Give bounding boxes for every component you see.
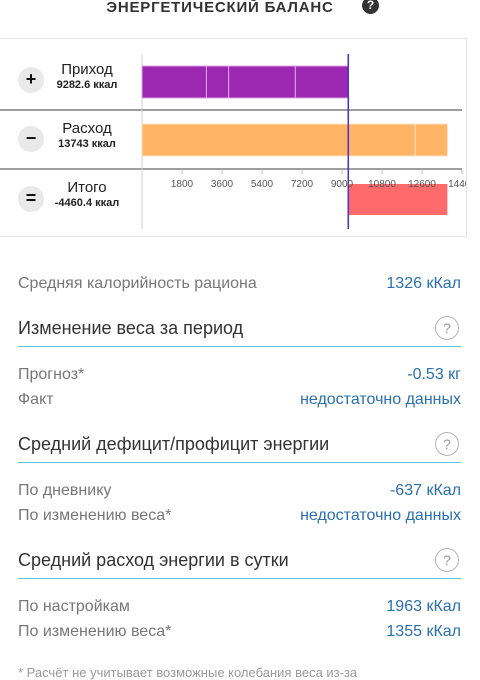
x-tick-label: 5400	[251, 179, 274, 190]
bar-expense	[414, 123, 448, 157]
settings-row: По настройкам 1963 кКал	[18, 598, 461, 618]
avg-calories-label: Средняя калорийность рациона	[18, 275, 257, 292]
x-tick-label: 12600	[408, 179, 436, 190]
expense-by-weight-row: По изменению веса* 1355 кКал	[18, 623, 461, 643]
fact-row: Факт недостаточно данных	[18, 391, 461, 411]
total-label-group: Итого -4460.4 ккал	[32, 180, 142, 211]
help-icon[interactable]: ?	[435, 432, 459, 456]
bar-income	[228, 65, 296, 99]
daily-expense-header: Средний расход энергии в сутки ?	[18, 548, 461, 579]
deficit-by-weight-row: По изменению веса* недостаточно данных	[18, 507, 461, 527]
x-tick-label: 7200	[291, 179, 314, 190]
expense-by-weight-label: По изменению веса*	[18, 623, 172, 640]
diary-value: -637 кКал	[389, 482, 461, 499]
forecast-value: -0.53 кг	[407, 366, 461, 383]
diary-label: По дневнику	[18, 482, 112, 499]
help-icon[interactable]: ?	[435, 548, 459, 572]
avg-calories-value: 1326 кКал	[386, 275, 461, 292]
footnote: * Расчёт не учитывает возможные колебани…	[18, 665, 358, 680]
expense-label-group: Расход 13743 ккал	[32, 121, 142, 152]
bar-income	[205, 65, 230, 99]
x-tick-label: 10800	[368, 179, 396, 190]
deficit-header: Средний дефицит/профицит энергии ?	[18, 432, 461, 463]
bar-income	[294, 65, 349, 99]
expense-value: 13743 ккал	[58, 138, 116, 150]
avg-calories-row: Средняя калорийность рациона 1326 кКал	[18, 275, 461, 295]
bar-expense	[141, 123, 416, 157]
total-value: -4460.4 ккал	[54, 197, 120, 209]
bar-income	[141, 65, 207, 99]
x-tick-label: 1800	[171, 179, 194, 190]
income-label-group: Приход 9282.6 ккал	[32, 62, 142, 93]
fact-label: Факт	[18, 391, 54, 408]
forecast-label: Прогноз*	[18, 366, 85, 383]
income-value: 9282.6 ккал	[56, 79, 118, 91]
weight-change-header: Изменение веса за период ?	[18, 316, 461, 347]
x-tick-label: 14400	[448, 179, 466, 190]
weight-change-title: Изменение веса за период	[18, 318, 244, 338]
deficit-by-weight-label: По изменению веса*	[18, 507, 172, 524]
forecast-row: Прогноз* -0.53 кг	[18, 366, 461, 386]
diary-row: По дневнику -637 кКал	[18, 482, 461, 502]
expense-by-weight-value: 1355 кКал	[386, 623, 461, 640]
fact-value: недостаточно данных	[300, 391, 461, 408]
total-label: Итого	[67, 179, 107, 196]
income-label: Приход	[61, 61, 113, 78]
x-tick-label: 9000	[331, 179, 354, 190]
settings-label: По настройкам	[18, 598, 130, 615]
daily-expense-title: Средний расход энергии в сутки	[18, 550, 289, 570]
x-tick-label: 3600	[211, 179, 234, 190]
section-header: ЭНЕРГЕТИЧЕСКИЙ БАЛАНС ?	[0, 0, 480, 28]
deficit-by-weight-value: недостаточно данных	[300, 507, 461, 524]
help-icon[interactable]: ?	[435, 316, 459, 340]
expense-label: Расход	[62, 120, 112, 137]
deficit-title: Средний дефицит/профицит энергии	[18, 434, 330, 454]
settings-value: 1963 кКал	[386, 598, 461, 615]
